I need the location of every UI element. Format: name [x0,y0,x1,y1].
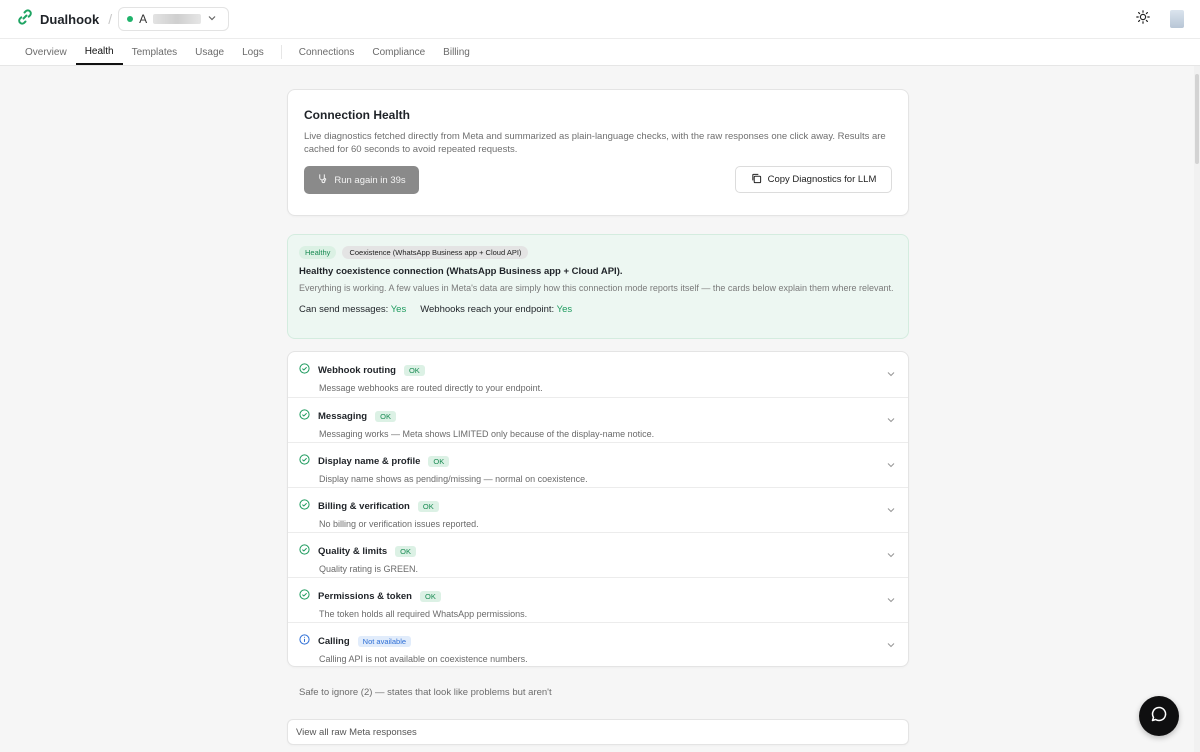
check-title: Webhook routing [318,364,396,376]
tab-health[interactable]: Health [75,39,123,65]
webhook-fact: Webhooks reach your endpoint: Yes [420,304,572,315]
check-circle-icon [299,452,310,470]
check-calling[interactable]: Calling Not available Calling API is not… [288,622,908,666]
page-description: Live diagnostics fetched directly from M… [304,131,886,155]
copy-diagnostics-button[interactable]: Copy Diagnostics for LLM [735,166,892,193]
webhook-label: Webhooks reach your endpoint: [420,304,555,315]
checks-list: Webhook routing OK Message webhooks are … [287,351,909,667]
check-circle-icon [299,361,310,379]
check-title: Quality & limits [318,545,388,557]
tab-bar: Overview Health Templates Usage Logs Con… [0,38,1200,66]
tab-templates[interactable]: Templates [123,39,187,65]
run-again-button[interactable]: Run again in 39s [304,166,419,194]
workspace-name-redacted [153,14,202,24]
top-bar: Dualhook / A [0,0,1200,38]
status-dot [127,16,134,22]
chevron-down-icon[interactable] [886,366,896,384]
brand[interactable]: Dualhook [16,8,99,31]
chevron-down-icon [207,10,217,28]
status-summary: Healthy Coexistence (WhatsApp Business a… [287,234,909,339]
chevron-down-icon[interactable] [886,592,896,610]
not-available-badge: Not available [357,635,412,647]
workspace-name: A [139,12,148,26]
chat-bubble-icon [1150,705,1168,728]
check-circle-icon [299,497,310,515]
tab-divider [280,45,282,59]
link-logo-icon [16,8,34,31]
check-circle-icon [299,587,310,605]
status-badge: Healthy [299,246,337,259]
scrollbar[interactable] [1194,66,1200,752]
chevron-down-icon[interactable] [886,637,896,655]
check-title: Permissions & token [318,590,412,602]
view-raw-responses[interactable]: View all raw Meta responses [287,719,909,745]
mode-badge: Coexistence (WhatsApp Business app + Clo… [342,246,529,259]
check-circle-icon [299,407,310,425]
copy-diagnostics-label: Copy Diagnostics for LLM [767,174,877,185]
check-display-name-profile[interactable]: Display name & profile OK Display name s… [288,442,908,487]
tab-logs[interactable]: Logs [233,39,273,65]
check-description: Calling API is not available on coexiste… [319,654,528,664]
breadcrumb-separator: / [108,11,113,27]
check-title: Calling [318,635,350,647]
tab-billing[interactable]: Billing [434,39,479,65]
ok-badge: OK [403,364,425,376]
brand-name: Dualhook [40,11,100,27]
status-description: Everything is working. A few values in M… [299,283,894,293]
check-description: Display name shows as pending/missing — … [319,474,588,484]
tab-compliance[interactable]: Compliance [363,39,434,65]
ok-badge: OK [428,455,450,467]
tab-usage[interactable]: Usage [186,39,233,65]
check-circle-icon [299,542,310,560]
run-again-label: Run again in 39s [334,174,406,186]
check-description: Messaging works — Meta shows LIMITED onl… [319,429,655,439]
check-messaging[interactable]: Messaging OK Messaging works — Meta show… [288,397,908,442]
chevron-down-icon[interactable] [886,502,896,520]
page-title: Connection Health [304,108,411,122]
check-title: Messaging [318,410,368,422]
check-description: The token holds all required WhatsApp pe… [319,609,528,619]
tab-overview[interactable]: Overview [16,39,76,65]
safe-to-ignore-toggle[interactable]: Safe to ignore (2) — states that look li… [287,687,909,698]
ok-badge: OK [375,410,396,422]
check-permissions-token[interactable]: Permissions & token OK The token holds a… [288,577,908,622]
connection-health-card: Connection Health Live diagnostics fetch… [287,89,909,216]
status-title: Healthy coexistence connection (WhatsApp… [299,266,623,277]
check-title: Display name & profile [318,455,421,467]
avatar[interactable] [1170,10,1184,28]
check-title: Billing & verification [318,500,410,512]
ok-badge: OK [419,590,441,602]
webhook-value: Yes [556,304,573,315]
check-description: Quality rating is GREEN. [319,564,419,574]
check-webhook-routing[interactable]: Webhook routing OK Message webhooks are … [288,352,908,397]
chevron-down-icon[interactable] [886,457,896,475]
scrollbar-thumb[interactable] [1195,74,1199,164]
info-circle-icon [299,632,310,650]
check-quality-limits[interactable]: Quality & limits OK Quality rating is GR… [288,532,908,577]
can-send-value: Yes [390,304,407,315]
can-send-fact: Can send messages: Yes [299,304,406,315]
ok-badge: OK [395,545,416,557]
stethoscope-icon [317,173,328,187]
copy-icon [751,173,762,187]
chat-button[interactable] [1139,696,1179,736]
chevron-down-icon[interactable] [886,547,896,565]
can-send-label: Can send messages: [299,304,389,315]
check-description: No billing or verification issues report… [319,519,479,529]
chevron-down-icon[interactable] [886,412,896,430]
check-description: Message webhooks are routed directly to … [319,383,543,393]
ok-badge: OK [417,500,439,512]
check-billing-verification[interactable]: Billing & verification OK No billing or … [288,487,908,532]
workspace-selector[interactable]: A [118,7,230,31]
tab-connections[interactable]: Connections [290,39,364,65]
theme-toggle-sun-icon[interactable] [1136,9,1150,29]
